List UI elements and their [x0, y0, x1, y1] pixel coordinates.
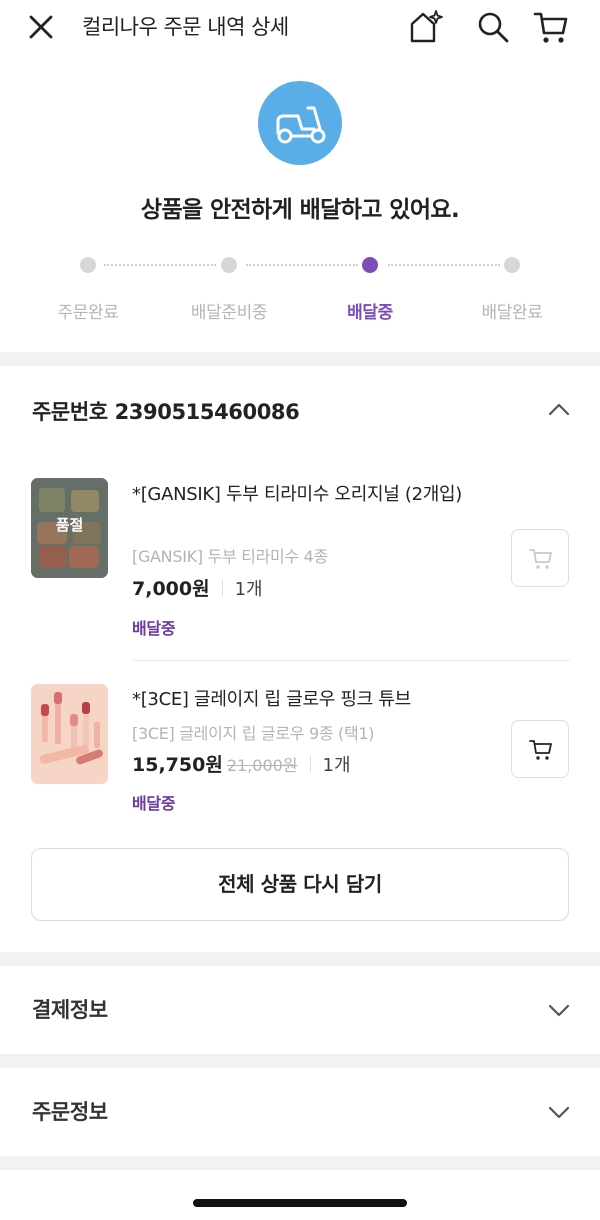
section-divider — [0, 1156, 600, 1170]
progress-dot — [80, 257, 96, 273]
step-label-ordered: 주문완료 — [57, 303, 119, 323]
progress-dot — [221, 257, 237, 273]
order-info-label: 주문정보 — [32, 1100, 108, 1124]
progress-connector — [246, 264, 358, 266]
search-icon[interactable] — [474, 8, 512, 46]
chevron-down-icon — [548, 1004, 570, 1017]
order-number-toggle[interactable]: 주문번호 2390515460086 — [0, 378, 600, 442]
readd-all-button[interactable]: 전체 상품 다시 담기 — [31, 848, 569, 921]
progress-connector — [388, 264, 500, 266]
product-option: [3CE] 글레이지 립 글로우 9종 (택1) — [132, 724, 375, 743]
delivery-status-badge — [258, 81, 342, 165]
item-delivery-status: 배달중 — [132, 794, 176, 813]
lip-glow-product-image — [31, 684, 108, 784]
delivery-progress — [0, 250, 600, 280]
page-title: 컬리나우 주문 내역 상세 — [82, 15, 289, 39]
step-label-delivered: 배달완료 — [481, 303, 543, 323]
cart-icon — [529, 740, 552, 760]
payment-info-label: 결제정보 — [32, 998, 108, 1022]
chevron-down-icon — [548, 1106, 570, 1119]
product-price-row: 15,750원 21,000원 1개 — [132, 750, 351, 777]
add-to-cart-button[interactable] — [511, 529, 569, 587]
progress-dot — [504, 257, 520, 273]
product-price-row: 7,000원 1개 — [132, 574, 263, 601]
product-price: 7,000원 — [132, 578, 210, 600]
product-name[interactable]: *[3CE] 글레이지 립 글로우 핑크 튜브 — [132, 685, 492, 714]
section-divider — [0, 1054, 600, 1068]
order-info-toggle[interactable]: 주문정보 — [0, 1068, 600, 1156]
product-quantity: 1개 — [322, 755, 351, 776]
progress-connector — [104, 264, 216, 266]
sold-out-badge: 품절 — [55, 516, 84, 534]
product-price: 15,750원 — [132, 754, 223, 776]
share-icon[interactable] — [406, 8, 444, 46]
item-divider — [132, 660, 570, 661]
chevron-up-icon — [548, 403, 570, 416]
scooter-icon — [276, 106, 326, 144]
home-indicator[interactable] — [193, 1199, 407, 1207]
add-to-cart-button[interactable] — [511, 720, 569, 778]
item-delivery-status: 배달중 — [132, 619, 176, 638]
payment-info-toggle[interactable]: 결제정보 — [0, 966, 600, 1054]
price-qty-divider — [221, 580, 223, 596]
step-label-delivering: 배달중 — [347, 303, 393, 323]
section-divider — [0, 352, 600, 366]
cart-icon — [529, 549, 552, 569]
product-name[interactable]: *[GANSIK] 두부 티라미수 오리지널 (2개입) — [132, 480, 492, 509]
cart-icon[interactable] — [532, 8, 570, 46]
progress-dot-current — [362, 257, 378, 273]
delivery-status-message: 상품을 안전하게 배달하고 있어요. — [140, 197, 460, 223]
original-price: 21,000원 — [226, 756, 298, 775]
step-label-preparing: 배달준비중 — [190, 303, 268, 323]
product-option: [GANSIK] 두부 티라미수 4종 — [132, 547, 328, 566]
product-thumbnail[interactable] — [31, 684, 108, 784]
price-qty-divider — [309, 756, 311, 772]
section-divider — [0, 952, 600, 966]
order-number: 주문번호 2390515460086 — [32, 400, 300, 424]
product-quantity: 1개 — [234, 579, 263, 600]
product-thumbnail[interactable]: 품절 — [31, 478, 108, 578]
close-icon[interactable] — [24, 10, 58, 44]
top-app-bar: 컬리나우 주문 내역 상세 — [0, 0, 600, 60]
